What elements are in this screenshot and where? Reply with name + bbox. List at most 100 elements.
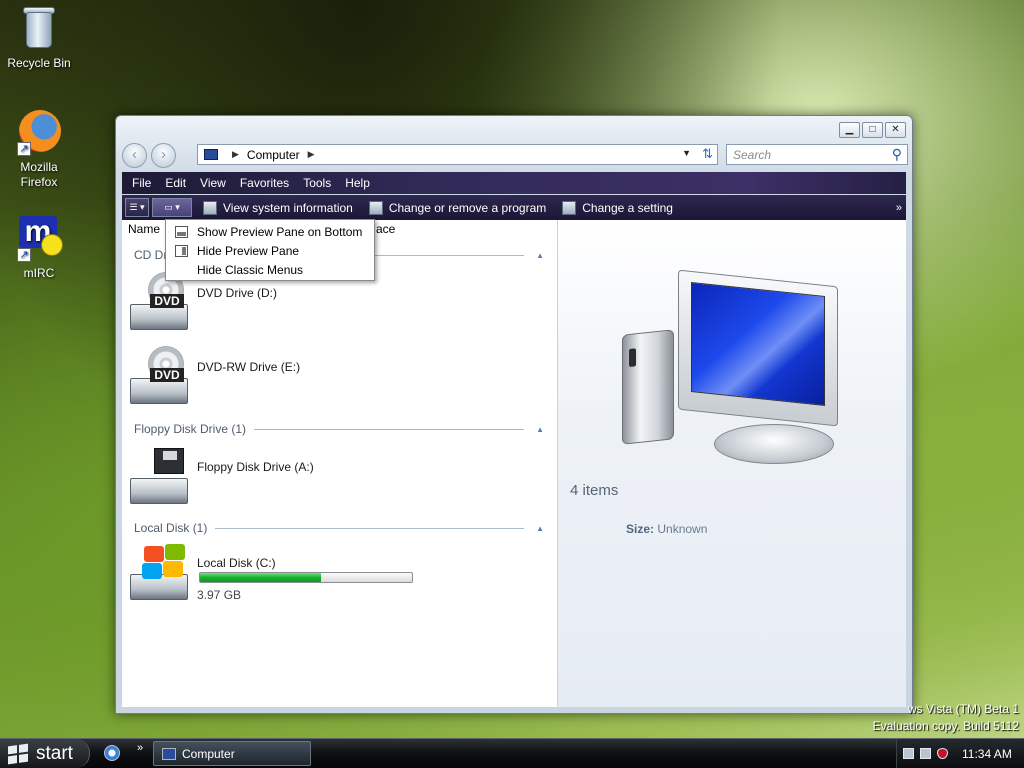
quicklaunch-more-icon[interactable]: » — [137, 742, 143, 754]
preview-right-icon — [175, 245, 188, 257]
task-label: Computer — [182, 746, 235, 761]
file-list[interactable]: Name ace CD Dri ▲ DVD DVD Drive (D:) DVD… — [122, 220, 558, 707]
menu-show-preview-bottom[interactable]: Show Preview Pane on Bottom — [166, 223, 374, 242]
dvd-drive-icon: DVD — [128, 272, 190, 332]
command-label: View system information — [223, 200, 353, 215]
maximize-button[interactable]: □ — [862, 122, 883, 138]
change-remove-program-button[interactable]: Change or remove a program — [361, 197, 554, 218]
command-bar: ☰ ▾ ▭ ▾ View system information Change o… — [122, 195, 906, 220]
free-space: 3.97 GB — [197, 588, 242, 602]
chevron-more-icon[interactable]: » — [896, 202, 902, 214]
group-header-floppy[interactable]: Floppy Disk Drive (1) ▲ — [134, 421, 544, 437]
desktop-icon-label: Mozilla Firefox — [20, 160, 58, 189]
column-header-name[interactable]: Name — [122, 222, 160, 240]
drive-dvd-d[interactable]: DVD DVD Drive (D:) — [128, 272, 548, 334]
breadcrumb-computer[interactable]: Computer — [247, 148, 300, 162]
minimize-button[interactable]: ▁ — [839, 122, 860, 138]
drive-local-c[interactable]: Local Disk (C:) 3.97 GB — [128, 542, 548, 612]
menu-edit[interactable]: Edit — [158, 176, 193, 190]
command-label: Change or remove a program — [388, 200, 547, 215]
address-bar[interactable]: ▶ Computer ▶ ▼ ⇅ — [197, 144, 718, 165]
drive-name: DVD-RW Drive (E:) — [197, 360, 301, 374]
menu-view[interactable]: View — [193, 176, 233, 190]
breadcrumb-separator-icon[interactable]: ▶ — [308, 149, 315, 160]
size-detail: Size: Unknown — [626, 522, 707, 536]
programs-icon — [368, 200, 383, 215]
drive-dvdrw-e[interactable]: DVD DVD-RW Drive (E:) — [128, 346, 548, 408]
layout-popup-menu: Show Preview Pane on Bottom Hide Preview… — [165, 219, 375, 281]
watermark-line-2: Evaluation copy. Build 5112 — [872, 719, 1019, 733]
start-label: start — [36, 742, 73, 764]
system-info-icon — [203, 200, 217, 215]
desktop-icon-label: Recycle Bin — [7, 56, 71, 70]
computer-large-icon — [618, 269, 858, 473]
window-controls: ▁ □ ✕ — [839, 122, 906, 138]
windows-logo-icon — [142, 544, 186, 580]
disk-usage-fill — [200, 573, 321, 582]
system-tray: 11:34 AM — [896, 739, 1024, 768]
desktop-icon-mirc[interactable]: m ↗ mIRC — [1, 214, 77, 281]
refresh-icon[interactable]: ⇅ — [702, 146, 713, 162]
clock[interactable]: 11:34 AM — [962, 747, 1012, 761]
collapse-icon[interactable]: ▲ — [536, 425, 544, 434]
drive-name: Floppy Disk Drive (A:) — [197, 460, 314, 474]
group-label: Local Disk (1) — [134, 521, 208, 535]
close-button[interactable]: ✕ — [885, 122, 906, 138]
wireless-icon[interactable] — [920, 748, 931, 759]
drive-name: Local Disk (C:) — [197, 556, 276, 570]
size-value: Unknown — [657, 522, 708, 536]
menu-file[interactable]: File — [125, 176, 158, 190]
desktop-icon-recycle-bin[interactable]: Recycle Bin — [1, 4, 77, 71]
group-divider — [254, 428, 525, 430]
views-button[interactable]: ☰ ▾ — [125, 198, 149, 217]
menu-hide-classic-menus[interactable]: Hide Classic Menus — [166, 261, 374, 280]
menu-favorites[interactable]: Favorites — [233, 176, 296, 190]
forward-button[interactable]: › — [151, 143, 176, 168]
settings-icon — [562, 200, 577, 215]
size-label: Size: — [626, 522, 655, 536]
computer-icon — [162, 747, 176, 760]
preview-pane: 4 items Size: Unknown — [558, 220, 906, 707]
watermark-line-1: ws Vista (TM) Beta 1 — [907, 702, 1019, 716]
search-input[interactable]: Search ⚲ — [726, 144, 908, 165]
preview-bottom-icon — [175, 226, 188, 238]
search-icon[interactable]: ⚲ — [892, 146, 902, 163]
back-button[interactable]: ‹ — [122, 143, 147, 168]
dvd-badge: DVD — [150, 294, 184, 308]
group-label: Floppy Disk Drive (1) — [134, 422, 247, 436]
change-setting-button[interactable]: Change a setting — [554, 197, 681, 218]
address-dropdown-icon[interactable]: ▼ — [682, 148, 691, 158]
start-button[interactable]: start — [0, 739, 90, 768]
drive-floppy-a[interactable]: Floppy Disk Drive (A:) — [128, 446, 548, 508]
computer-icon — [204, 149, 218, 160]
local-disk-icon — [128, 542, 190, 602]
disk-usage-bar — [199, 572, 413, 583]
security-shield-icon[interactable] — [937, 748, 948, 759]
menu-label: Hide Classic Menus — [197, 263, 304, 277]
floppy-drive-icon — [128, 446, 190, 506]
menu-hide-preview-pane[interactable]: Hide Preview Pane — [166, 242, 374, 261]
command-label: Change a setting — [582, 200, 673, 215]
dvd-rw-drive-icon: DVD — [128, 346, 190, 406]
taskbar-button-computer[interactable]: Computer — [153, 741, 311, 766]
menu-label: Show Preview Pane on Bottom — [197, 225, 363, 239]
view-system-information-button[interactable]: View system information — [195, 197, 361, 218]
drive-name: DVD Drive (D:) — [197, 286, 277, 300]
collapse-icon[interactable]: ▲ — [536, 524, 544, 533]
menu-help[interactable]: Help — [338, 176, 377, 190]
column-header-space[interactable]: ace — [376, 222, 395, 236]
desktop-icon-firefox[interactable]: ↗ Mozilla Firefox — [1, 108, 77, 190]
network-icon[interactable] — [903, 748, 914, 759]
desktop-icon-label: mIRC — [23, 266, 55, 280]
search-placeholder: Search — [733, 148, 772, 162]
taskbar: start » Computer 11:34 AM — [0, 738, 1024, 768]
menu-tools[interactable]: Tools — [296, 176, 338, 190]
layout-button[interactable]: ▭ ▾ — [152, 198, 192, 217]
collapse-icon[interactable]: ▲ — [536, 251, 544, 260]
internet-explorer-icon[interactable] — [104, 745, 120, 761]
group-header-local[interactable]: Local Disk (1) ▲ — [134, 520, 544, 536]
windows-logo-icon — [8, 743, 28, 764]
firefox-icon: ↗ — [15, 108, 63, 156]
navigation-bar: ‹ › ▶ Computer ▶ ▼ ⇅ Search ⚲ — [122, 142, 908, 168]
mirc-icon: m ↗ — [15, 214, 63, 262]
